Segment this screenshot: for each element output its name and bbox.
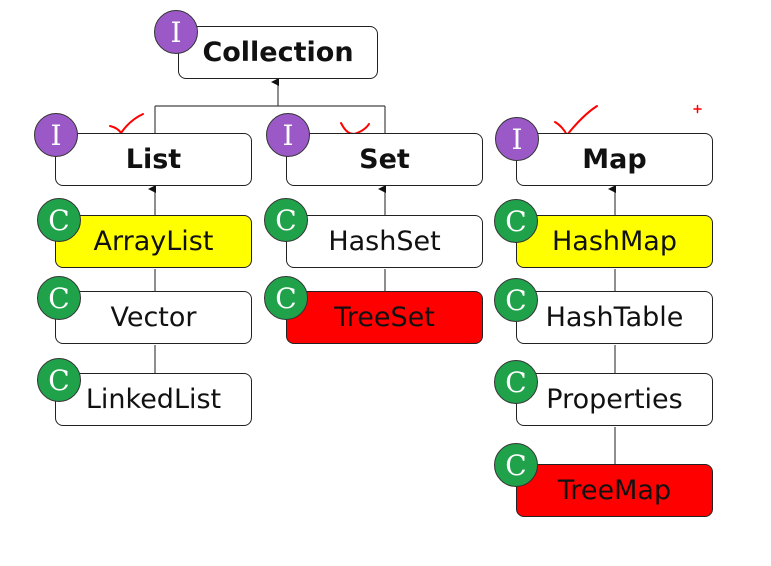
node-properties: Properties: [516, 373, 713, 426]
node-treeset: TreeSet: [286, 291, 483, 344]
node-label: HashMap: [551, 226, 677, 257]
class-badge-icon: C: [494, 360, 538, 404]
node-label: ArrayList: [93, 226, 214, 257]
class-badge-icon: C: [264, 276, 308, 320]
class-badge-icon: C: [264, 198, 308, 242]
node-map: Map: [516, 133, 713, 186]
node-label: HashTable: [545, 302, 684, 333]
node-vector: Vector: [55, 291, 252, 344]
node-label: Collection: [202, 37, 354, 68]
interface-badge-icon: I: [266, 113, 310, 157]
node-hashtable: HashTable: [516, 291, 713, 344]
node-set: Set: [286, 133, 483, 186]
node-linkedlist: LinkedList: [55, 373, 252, 426]
class-badge-icon: C: [494, 443, 538, 487]
node-arraylist: ArrayList: [55, 215, 252, 268]
node-list: List: [55, 133, 252, 186]
class-badge-icon: C: [494, 278, 538, 322]
class-badge-icon: C: [37, 358, 81, 402]
node-label: Map: [582, 144, 647, 175]
class-badge-icon: C: [37, 198, 81, 242]
interface-badge-icon: I: [495, 117, 539, 161]
node-label: Vector: [110, 302, 197, 333]
node-label: HashSet: [328, 226, 441, 257]
node-collection: Collection: [178, 26, 378, 79]
class-badge-icon: C: [494, 199, 538, 243]
plus-mark: [693, 104, 702, 114]
check-mark-map: [554, 105, 598, 137]
node-treemap: TreeMap: [516, 464, 713, 517]
class-badge-icon: C: [37, 276, 81, 320]
node-label: Set: [359, 144, 410, 175]
node-hashmap: HashMap: [516, 215, 713, 268]
interface-badge-icon: I: [154, 10, 198, 54]
node-label: List: [125, 144, 182, 175]
node-label: Properties: [546, 384, 683, 415]
node-hashset: HashSet: [286, 215, 483, 268]
node-label: LinkedList: [85, 384, 222, 415]
check-mark-list: [109, 113, 144, 135]
interface-badge-icon: I: [34, 113, 78, 157]
node-label: TreeMap: [557, 475, 672, 506]
node-label: TreeSet: [334, 302, 435, 333]
